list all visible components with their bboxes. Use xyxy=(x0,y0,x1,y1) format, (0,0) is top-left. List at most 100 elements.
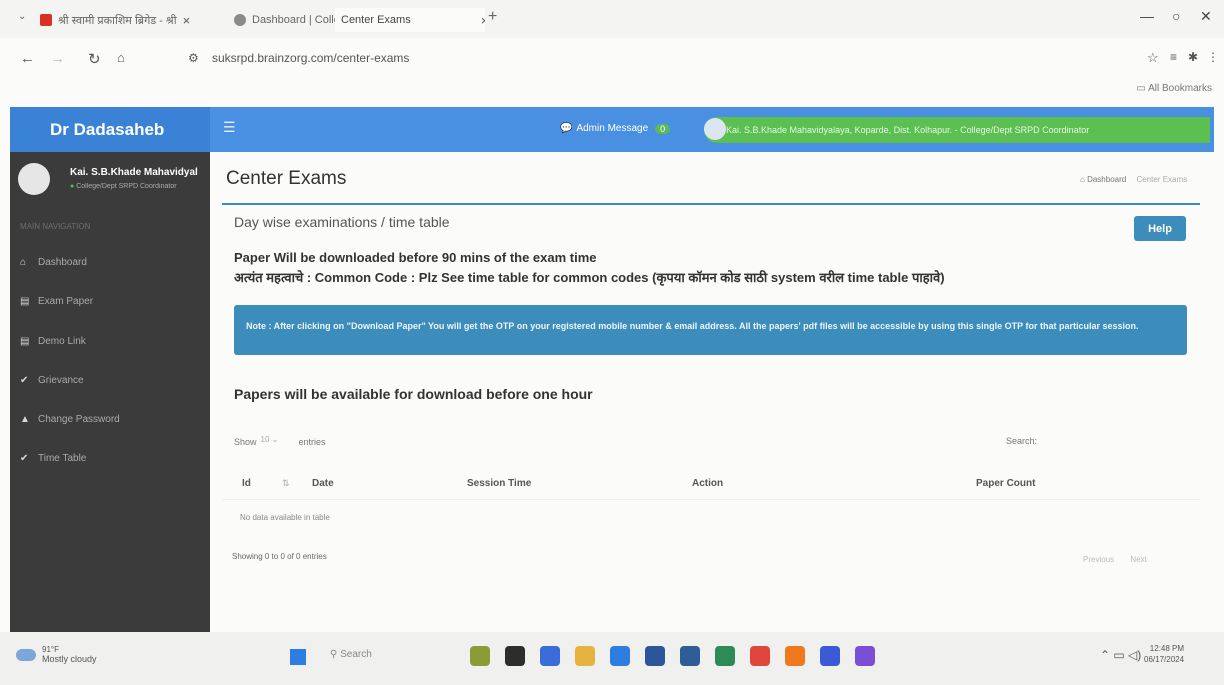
tab-label: श्री स्वामी प्रकाशिम ब्रिगेड - श्री xyxy=(58,14,177,27)
sidebar-item-label: Exam Paper xyxy=(38,296,94,307)
sidebar-avatar xyxy=(18,163,50,195)
download-time-notice: Paper Will be downloaded before 90 mins … xyxy=(234,250,597,265)
taskbar-app-icon[interactable] xyxy=(855,646,875,666)
otp-callout: Note : After clicking on "Download Paper… xyxy=(234,305,1187,355)
taskbar-app-icon[interactable] xyxy=(470,646,490,666)
admin-message-link[interactable]: 💬 Admin Message 0 xyxy=(560,123,671,134)
taskbar-app-icon[interactable] xyxy=(785,646,805,666)
close-window-icon[interactable]: ✕ xyxy=(1200,8,1212,25)
restore-icon[interactable]: ○ xyxy=(1172,8,1180,24)
forward-icon[interactable]: → xyxy=(50,50,65,67)
entries-label: entries xyxy=(298,437,326,447)
file-icon: ▤ xyxy=(20,296,30,307)
reload-icon[interactable]: ↻ xyxy=(88,50,101,68)
box-top-border xyxy=(222,203,1200,205)
tab-youtube[interactable]: श्री स्वामी प्रकाशिम ब्रिगेड - श्री × xyxy=(40,8,220,32)
taskbar-search-label: Search xyxy=(340,649,372,660)
column-header-date[interactable]: Date xyxy=(312,478,334,489)
back-icon[interactable]: ← xyxy=(20,50,35,67)
sidebar-toggle-icon[interactable]: ☰ xyxy=(223,119,236,136)
youtube-icon xyxy=(40,14,52,26)
table-search[interactable]: Search: xyxy=(1006,436,1037,446)
online-dot-icon: ● xyxy=(70,183,75,190)
user-menu[interactable]: Kai. S.B.Khade Mahavidyalaya, Koparde, D… xyxy=(704,117,1210,143)
tab-list-chevron-icon[interactable]: ⌄ xyxy=(18,11,26,22)
taskbar-search[interactable]: ⚲ Search xyxy=(330,649,372,660)
reading-list-icon[interactable]: ≡ xyxy=(1170,50,1177,64)
chat-icon: 💬 xyxy=(560,123,573,134)
taskbar-app-icon[interactable] xyxy=(610,646,630,666)
taskbar-app-icon[interactable] xyxy=(680,646,700,666)
taskbar-app-icon[interactable] xyxy=(750,646,770,666)
tab-label: Center Exams xyxy=(341,14,411,26)
address-bar xyxy=(0,38,1224,78)
sidebar-item-exam-paper[interactable]: ▤ Exam Paper xyxy=(20,296,93,307)
weather-widget[interactable]: 91°F Mostly cloudy xyxy=(16,645,97,664)
brand-logo[interactable]: Dr Dadasaheb xyxy=(10,107,210,152)
column-header-session-time[interactable]: Session Time xyxy=(467,478,531,489)
dashboard-icon: ⌂ xyxy=(1080,175,1085,184)
entries-select[interactable]: 10 ⌄ xyxy=(261,435,295,449)
minimize-icon[interactable]: — xyxy=(1140,8,1154,24)
user-line: Kai. S.B.Khade Mahavidyalaya, Koparde, D… xyxy=(726,125,1090,135)
site-info-icon[interactable]: ⚙ xyxy=(188,51,199,65)
user-avatar[interactable] xyxy=(704,118,726,140)
cloud-icon xyxy=(16,648,36,661)
check-icon: ✔ xyxy=(20,453,29,464)
sidebar-item-dashboard[interactable]: ⌂ Dashboard xyxy=(20,257,87,268)
table-info: Showing 0 to 0 of 0 entries xyxy=(232,552,327,561)
sidebar-item-change-password[interactable]: ▲ Change Password xyxy=(20,414,120,425)
close-tab-icon[interactable]: × xyxy=(481,13,485,28)
previous-page-button[interactable]: Previous xyxy=(1083,555,1114,564)
menu-icon[interactable]: ⋮ xyxy=(1207,50,1219,64)
taskbar-app-icon[interactable] xyxy=(645,646,665,666)
star-icon[interactable]: ☆ xyxy=(1147,50,1159,66)
taskbar-app-icon[interactable] xyxy=(575,646,595,666)
windows-start-icon[interactable] xyxy=(290,649,306,665)
sidebar-section-heading: MAIN NAVIGATION xyxy=(20,222,91,231)
breadcrumb-current: Center Exams xyxy=(1136,175,1188,184)
column-header-id[interactable]: Id xyxy=(242,478,251,489)
sidebar-item-demo-link[interactable]: ▤ Demo Link xyxy=(20,336,86,347)
clock-date: 06/17/2024 xyxy=(1144,655,1185,664)
sort-icon[interactable]: ⇅ xyxy=(282,478,290,489)
breadcrumb-home-label: Dashboard xyxy=(1087,175,1127,184)
all-bookmarks-label: All Bookmarks xyxy=(1148,83,1212,94)
taskbar-app-icon[interactable] xyxy=(540,646,560,666)
admin-message-count: 0 xyxy=(655,123,671,134)
lock-icon: ▲ xyxy=(20,414,30,425)
search-icon: ⚲ xyxy=(330,649,338,660)
all-bookmarks[interactable]: ▭ All Bookmarks xyxy=(1136,83,1212,94)
tray-icons[interactable]: ⌃ ▭ ◁) xyxy=(1100,648,1141,662)
sidebar-item-label: Time Table xyxy=(38,453,87,464)
folder-icon: ▭ xyxy=(1136,83,1146,94)
sidebar-item-time-table[interactable]: ✔ Time Table xyxy=(20,453,86,464)
entries-length-control: Show 10 ⌄ entries xyxy=(234,435,326,449)
sidebar-item-label: Dashboard xyxy=(38,257,87,268)
taskbar-app-icon[interactable] xyxy=(505,646,525,666)
extensions-icon[interactable]: ✱ xyxy=(1188,50,1198,64)
breadcrumb-home[interactable]: ⌂ Dashboard xyxy=(1080,175,1126,184)
file-icon: ▤ xyxy=(20,336,30,347)
entries-value: 10 xyxy=(260,435,270,444)
column-header-paper-count[interactable]: Paper Count xyxy=(976,478,1035,489)
weather-text: Mostly cloudy xyxy=(42,654,97,664)
column-header-action[interactable]: Action xyxy=(692,478,723,489)
url-text[interactable]: suksrpd.brainzorg.com/center-exams xyxy=(212,51,409,65)
sidebar-item-label: Change Password xyxy=(38,414,120,425)
help-button[interactable]: Help xyxy=(1134,216,1186,241)
common-code-notice: अत्यंत महत्वाचे : Common Code : Plz See … xyxy=(234,270,945,285)
home-icon[interactable]: ⌂ xyxy=(117,50,125,65)
taskbar-app-icon[interactable] xyxy=(715,646,735,666)
browser-tab-bar: ⌄ श्री स्वामी प्रकाशिम ब्रिगेड - श्री × … xyxy=(0,0,1224,38)
close-tab-icon[interactable]: × xyxy=(183,13,191,28)
search-label: Search: xyxy=(1006,436,1038,446)
sidebar-item-label: Demo Link xyxy=(38,336,86,347)
clock[interactable]: 12:48 PM 06/17/2024 xyxy=(1144,643,1184,665)
new-tab-icon[interactable]: + xyxy=(488,8,497,26)
sidebar-user-role-text: College/Dept SRPD Coordinator xyxy=(76,183,177,190)
sidebar-item-grievance[interactable]: ✔ Grievance xyxy=(20,375,84,386)
tab-center-exams[interactable]: Center Exams × xyxy=(335,8,485,32)
next-page-button[interactable]: Next xyxy=(1130,555,1146,564)
taskbar-app-icon[interactable] xyxy=(820,646,840,666)
